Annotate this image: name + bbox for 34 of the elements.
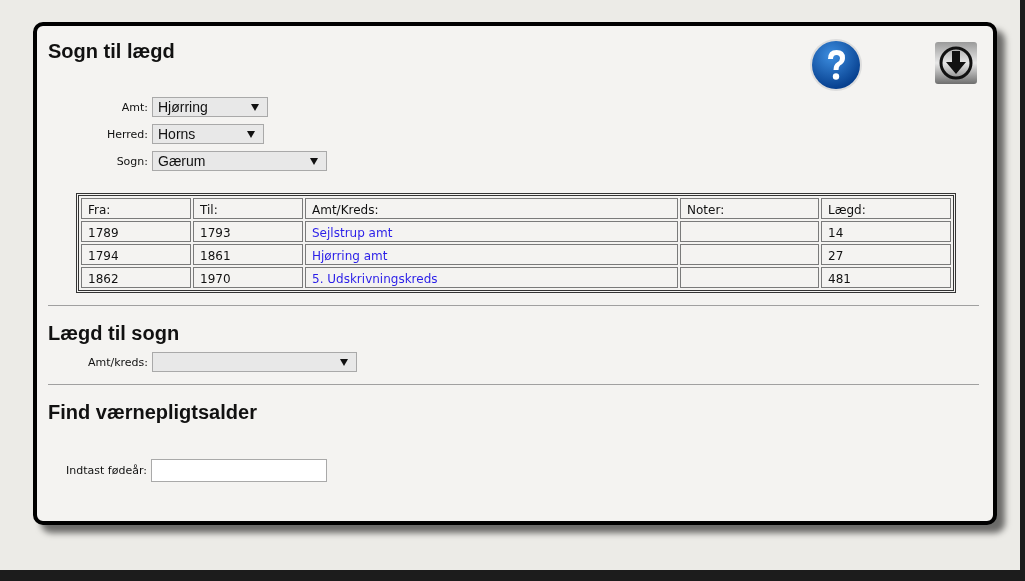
input-field[interactable]	[151, 459, 327, 482]
dropdown[interactable]: Hjørring	[152, 97, 268, 117]
dropdown[interactable]: Gærum	[152, 151, 327, 171]
field-label: Sogn:	[115, 154, 148, 168]
table-cell: 481	[821, 267, 951, 288]
table-cell: 1793	[193, 221, 303, 242]
table-cell: 1861	[193, 244, 303, 265]
field-label: Amt/kreds:	[86, 355, 148, 369]
caret-icon	[340, 358, 348, 366]
column-header: Amt/Kreds:	[305, 198, 678, 219]
field-label: Indtast fødeår:	[65, 464, 147, 477]
column-header: Lægd:	[821, 198, 951, 219]
table-link[interactable]: Hjørring amt	[312, 248, 388, 263]
help-icon[interactable]	[809, 38, 863, 92]
column-header: Fra:	[81, 198, 191, 219]
table-cell: 27	[821, 244, 951, 265]
section-heading: Lægd til sogn	[48, 321, 180, 346]
section-heading: Sogn til lægd	[48, 39, 175, 64]
table-cell: 1794	[81, 244, 191, 265]
download-icon[interactable]	[935, 42, 977, 84]
field-label: Amt:	[120, 100, 148, 114]
section-heading: Find værnepligtsalder	[48, 400, 257, 425]
column-header: Til:	[193, 198, 303, 219]
table-cell: 1970	[193, 267, 303, 288]
caret-icon	[251, 103, 259, 111]
table-link[interactable]: Sejlstrup amt	[312, 225, 393, 240]
caret-icon	[247, 130, 255, 138]
caret-icon	[310, 157, 318, 165]
dropdown[interactable]: Horns	[152, 124, 264, 144]
table-cell: 1862	[81, 267, 191, 288]
field-label: Herred:	[105, 127, 148, 141]
table-cell: 14	[821, 221, 951, 242]
column-header: Noter:	[680, 198, 819, 219]
table-cell: 1789	[81, 221, 191, 242]
